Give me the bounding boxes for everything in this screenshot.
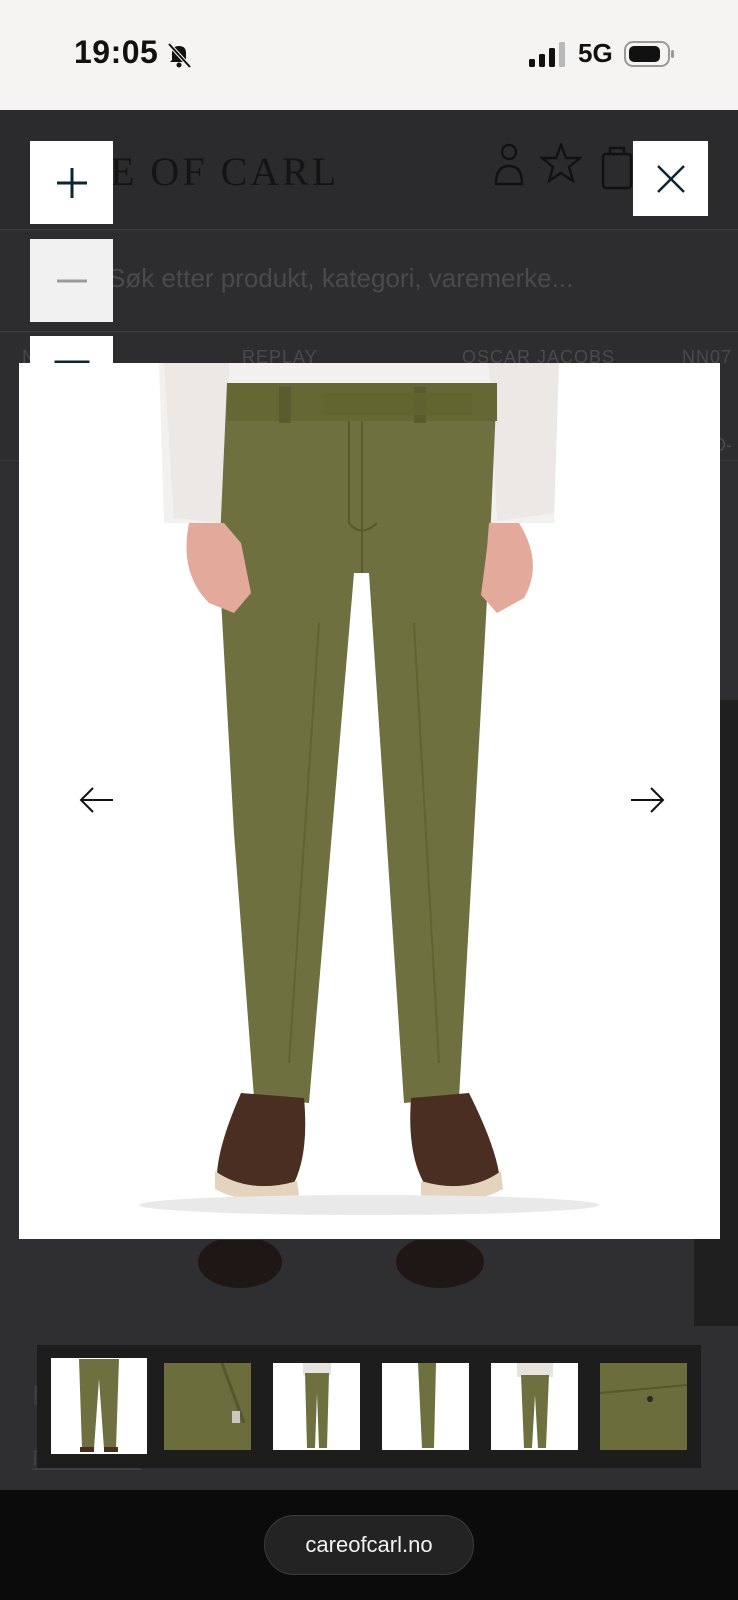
thumbnail-5[interactable] <box>491 1363 578 1450</box>
thumbnail-image-front <box>79 1359 119 1452</box>
product-image-olive-chinos[interactable] <box>19 363 720 1239</box>
next-image-arrow-icon[interactable] <box>627 780 667 820</box>
zoom-in-button[interactable] <box>30 141 113 224</box>
thumbnail-6[interactable] <box>600 1363 687 1450</box>
thumbnail-1[interactable] <box>51 1358 147 1454</box>
thumbnail-image-back-pocket <box>600 1363 687 1450</box>
background-product-photo-shoes <box>198 1240 484 1288</box>
thumbnail-image-side <box>418 1363 436 1448</box>
close-icon <box>656 164 685 193</box>
search-input: Søk etter produkt, kategori, varemerke..… <box>108 263 574 293</box>
wishlist-star-icon <box>540 142 582 184</box>
thumbnail-image-full-body <box>303 1363 331 1448</box>
minus-icon <box>56 279 87 282</box>
thumbnail-image-pocket-detail <box>164 1363 251 1450</box>
status-bar: 19:05 5G <box>0 0 738 110</box>
close-lightbox-button[interactable] <box>633 141 708 216</box>
zoom-out-button[interactable] <box>30 239 113 322</box>
previous-image-arrow-icon[interactable] <box>77 780 117 820</box>
status-time: 19:05 <box>74 34 159 70</box>
plus-icon <box>56 167 87 198</box>
thumbnail-image-full-front <box>517 1363 553 1448</box>
url-text: careofcarl.no <box>305 1532 433 1557</box>
thumbnail-3[interactable] <box>273 1363 360 1450</box>
bag-icon <box>601 146 633 190</box>
site-logo: E OF CARL <box>110 149 340 194</box>
bell-slash-icon <box>167 42 192 69</box>
battery-icon <box>624 41 674 67</box>
thumbnail-strip <box>37 1345 701 1468</box>
lightbox-image-frame <box>19 363 720 1239</box>
account-icon <box>494 143 524 186</box>
screen: 19:05 5G E OF CARL Søk etter produkt, ka… <box>0 0 738 1600</box>
url-bar[interactable]: careofcarl.no <box>264 1515 474 1575</box>
thumbnail-4[interactable] <box>382 1363 469 1450</box>
thumbnail-2[interactable] <box>164 1363 251 1450</box>
signal-icon <box>529 42 565 67</box>
network-type: 5G <box>578 38 613 68</box>
